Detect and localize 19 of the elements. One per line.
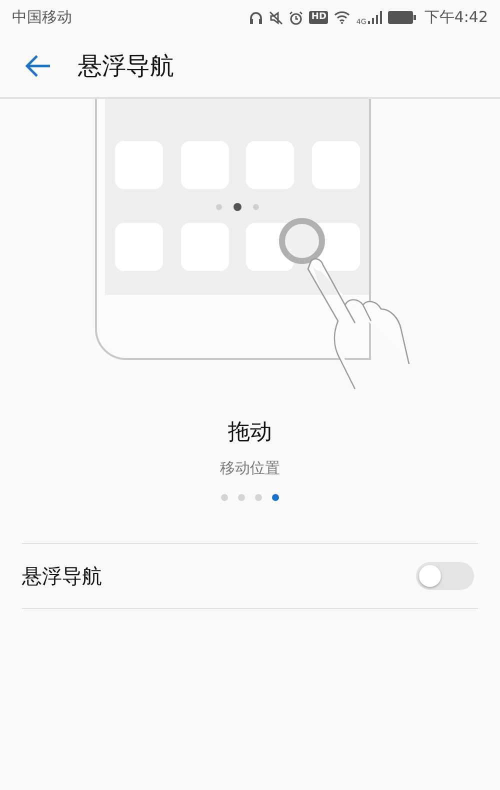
alarm-icon: [289, 10, 304, 24]
mute-icon: [269, 10, 284, 24]
clock-time: 下午4:42: [424, 8, 488, 27]
page-dot[interactable]: [221, 494, 228, 501]
page-title: 悬浮导航: [78, 51, 174, 82]
slide-subtitle: 移动位置: [220, 459, 280, 478]
wifi-icon: [334, 11, 350, 24]
headphones-icon: [249, 10, 264, 24]
toggle-switch[interactable]: [416, 562, 474, 590]
page-dot[interactable]: [255, 494, 262, 501]
page-dot[interactable]: [238, 494, 245, 501]
signal-icon: [368, 11, 382, 24]
setting-label: 悬浮导航: [22, 562, 102, 590]
hd-badge: HD: [309, 11, 328, 24]
carrier-name: 中国移动: [12, 8, 73, 27]
slide-title: 拖动: [228, 419, 272, 447]
page-dot[interactable]: [272, 494, 279, 501]
battery-icon: [388, 11, 416, 24]
back-button[interactable]: [24, 54, 52, 78]
